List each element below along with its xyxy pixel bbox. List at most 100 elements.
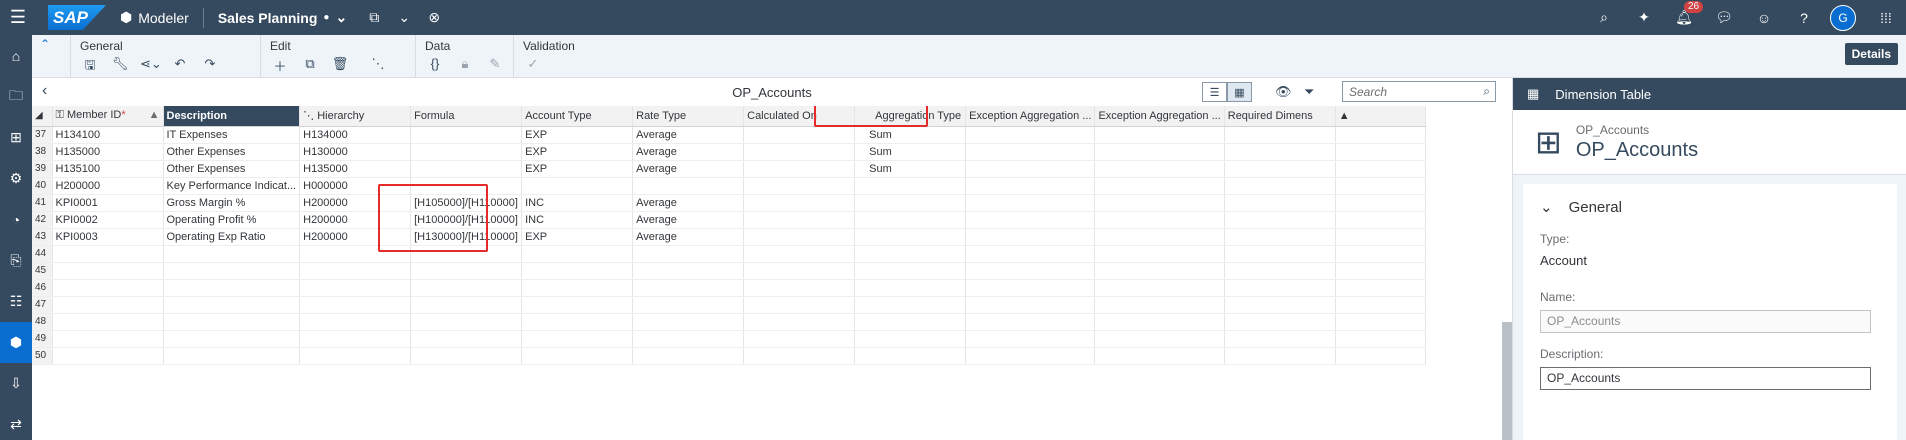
cell-id[interactable]: KPI0001 <box>52 194 164 212</box>
cell-formula[interactable] <box>410 313 523 331</box>
cell-desc[interactable]: Other Expenses <box>163 160 301 178</box>
cell-desc[interactable] <box>163 296 301 314</box>
cell-empty[interactable] <box>965 143 1096 161</box>
cell-desc[interactable] <box>163 330 301 348</box>
cell-empty[interactable] <box>1224 313 1336 331</box>
cell-calc[interactable] <box>743 347 856 365</box>
stories-icon[interactable]: ⊞ <box>0 117 32 158</box>
import-icon[interactable]: ⇩ <box>0 363 32 404</box>
cell-desc[interactable]: Key Performance Indicat... <box>163 177 301 195</box>
analytics-icon[interactable]: ⚙ <box>0 158 32 199</box>
cell-agg[interactable]: Sum <box>854 143 967 161</box>
table-row[interactable]: 46 <box>32 279 1426 297</box>
menu-icon[interactable]: ☰ <box>0 0 36 35</box>
cell-empty[interactable] <box>1335 177 1426 195</box>
cell-empty[interactable] <box>1224 126 1336 144</box>
redo-icon[interactable]: ↷ <box>200 56 220 78</box>
chat-icon[interactable]: 💬︎ <box>1704 0 1744 35</box>
row-number[interactable]: 43 <box>32 228 53 246</box>
cell-agg[interactable] <box>854 313 967 331</box>
home-icon[interactable]: ⌂ <box>0 35 32 76</box>
cell-acct[interactable]: EXP <box>521 160 634 178</box>
list-view-icon[interactable]: ☰ <box>1202 82 1227 102</box>
collapse-toolbar-icon[interactable]: ⌃ <box>40 37 50 51</box>
cell-id[interactable]: H135100 <box>52 160 164 178</box>
cell-empty[interactable] <box>1094 330 1225 348</box>
row-number[interactable]: 45 <box>32 262 53 280</box>
bell-icon[interactable]: 🔔︎ 26 <box>1664 0 1704 35</box>
cell-empty[interactable] <box>965 296 1096 314</box>
cell-rate[interactable] <box>632 279 745 297</box>
cell-empty[interactable] <box>1335 313 1426 331</box>
row-number[interactable]: 44 <box>32 245 53 263</box>
cell-id[interactable] <box>52 313 164 331</box>
connection-icon[interactable]: ⇄ <box>0 404 32 440</box>
cell-empty[interactable] <box>1094 177 1225 195</box>
cell-hier[interactable]: H134000 <box>299 126 412 144</box>
cell-id[interactable]: KPI0003 <box>52 228 164 246</box>
column-header-exception-aggregation-1[interactable]: Exception Aggregation ... <box>965 106 1096 127</box>
cell-rate[interactable]: Average <box>632 160 745 178</box>
cell-empty[interactable] <box>1224 160 1336 178</box>
cell-desc[interactable] <box>163 313 301 331</box>
name-field[interactable]: OP_Accounts <box>1540 310 1871 333</box>
cell-empty[interactable] <box>1224 228 1336 246</box>
cell-empty[interactable] <box>965 228 1096 246</box>
cell-id[interactable] <box>52 245 164 263</box>
table-row[interactable]: 45 <box>32 262 1426 280</box>
cell-empty[interactable] <box>1335 143 1426 161</box>
column-header-hierarchy[interactable]: ⋱ Hierarchy <box>299 106 412 127</box>
cell-empty[interactable] <box>1335 347 1426 365</box>
share-icon[interactable]: ⋖⌄ <box>140 56 162 78</box>
cell-rate[interactable] <box>632 296 745 314</box>
cell-empty[interactable] <box>1224 143 1336 161</box>
cell-formula[interactable] <box>410 279 523 297</box>
column-header-required-dimensions[interactable]: Required Dimens <box>1224 106 1336 127</box>
cell-acct[interactable] <box>521 245 634 263</box>
sort-icon[interactable]: ▲ <box>149 109 160 121</box>
row-number[interactable]: 40 <box>32 177 53 195</box>
description-field[interactable]: OP_Accounts <box>1540 367 1871 390</box>
cell-empty[interactable] <box>1094 296 1225 314</box>
column-header-account-type[interactable]: Account Type <box>521 106 634 127</box>
cell-empty[interactable] <box>1335 262 1426 280</box>
cell-empty[interactable] <box>1094 313 1225 331</box>
cell-agg[interactable]: Sum <box>854 126 967 144</box>
cell-acct[interactable]: EXP <box>521 143 634 161</box>
feedback-icon[interactable]: ☺ <box>1744 0 1784 35</box>
cell-acct[interactable] <box>521 330 634 348</box>
cell-empty[interactable] <box>1224 245 1336 263</box>
cell-acct[interactable] <box>521 347 634 365</box>
cell-formula[interactable] <box>410 126 523 144</box>
cell-hier[interactable]: H130000 <box>299 143 412 161</box>
column-header-exception-aggregation-2[interactable]: Exception Aggregation ... <box>1094 106 1225 127</box>
cell-empty[interactable] <box>965 211 1096 229</box>
cell-calc[interactable] <box>743 296 856 314</box>
cell-empty[interactable] <box>965 330 1096 348</box>
cell-id[interactable]: H200000 <box>52 177 164 195</box>
cell-rate[interactable]: Average <box>632 143 745 161</box>
cell-hier[interactable] <box>299 296 412 314</box>
cell-calc[interactable] <box>743 177 856 195</box>
wrench-icon[interactable]: 🔧︎ <box>110 56 130 78</box>
cell-agg[interactable] <box>854 177 967 195</box>
row-number[interactable]: 38 <box>32 143 53 161</box>
cell-agg[interactable] <box>854 262 967 280</box>
cell-empty[interactable] <box>1335 279 1426 297</box>
sap-logo[interactable]: SAP <box>48 5 106 30</box>
cell-empty[interactable] <box>1335 228 1426 246</box>
cell-rate[interactable]: Average <box>632 126 745 144</box>
cell-agg[interactable] <box>854 228 967 246</box>
cell-desc[interactable]: Other Expenses <box>163 143 301 161</box>
cell-agg[interactable] <box>854 245 967 263</box>
cell-id[interactable]: H134100 <box>52 126 164 144</box>
cell-empty[interactable] <box>1094 279 1225 297</box>
cell-calc[interactable] <box>743 330 856 348</box>
row-number[interactable]: 46 <box>32 279 53 297</box>
cell-acct[interactable] <box>521 296 634 314</box>
cell-empty[interactable] <box>1335 160 1426 178</box>
cell-calc[interactable] <box>743 228 856 246</box>
cell-hier[interactable] <box>299 347 412 365</box>
app-name[interactable]: ⬢ Modeler <box>120 9 189 26</box>
table-row[interactable]: 49 <box>32 330 1426 348</box>
